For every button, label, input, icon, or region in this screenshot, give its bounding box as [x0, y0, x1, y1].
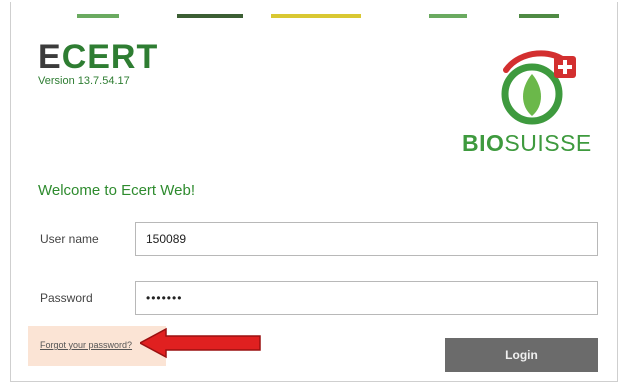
version-label: Version 13.7.54.17 [38, 75, 130, 87]
forgot-password-link[interactable]: Forgot your password? [40, 340, 132, 350]
welcome-heading: Welcome to Ecert Web! [38, 182, 196, 199]
ecert-logo: ECERT Version 13.7.54.17 [38, 40, 158, 87]
login-button[interactable]: Login [445, 338, 598, 372]
ecert-logo-text: ECERT [38, 38, 159, 76]
password-field[interactable] [135, 281, 598, 315]
biosuisse-wordmark: BIOSUISSE [462, 130, 592, 156]
color-bar-5 [519, 14, 559, 18]
red-arrow-left-icon [140, 327, 261, 359]
username-field[interactable] [135, 222, 598, 256]
color-bar-1 [77, 14, 119, 18]
password-label: Password [40, 291, 93, 305]
color-bar-2 [177, 14, 243, 18]
color-bar-3 [271, 14, 361, 18]
color-bar-4 [429, 14, 467, 18]
username-label: User name [40, 232, 99, 246]
